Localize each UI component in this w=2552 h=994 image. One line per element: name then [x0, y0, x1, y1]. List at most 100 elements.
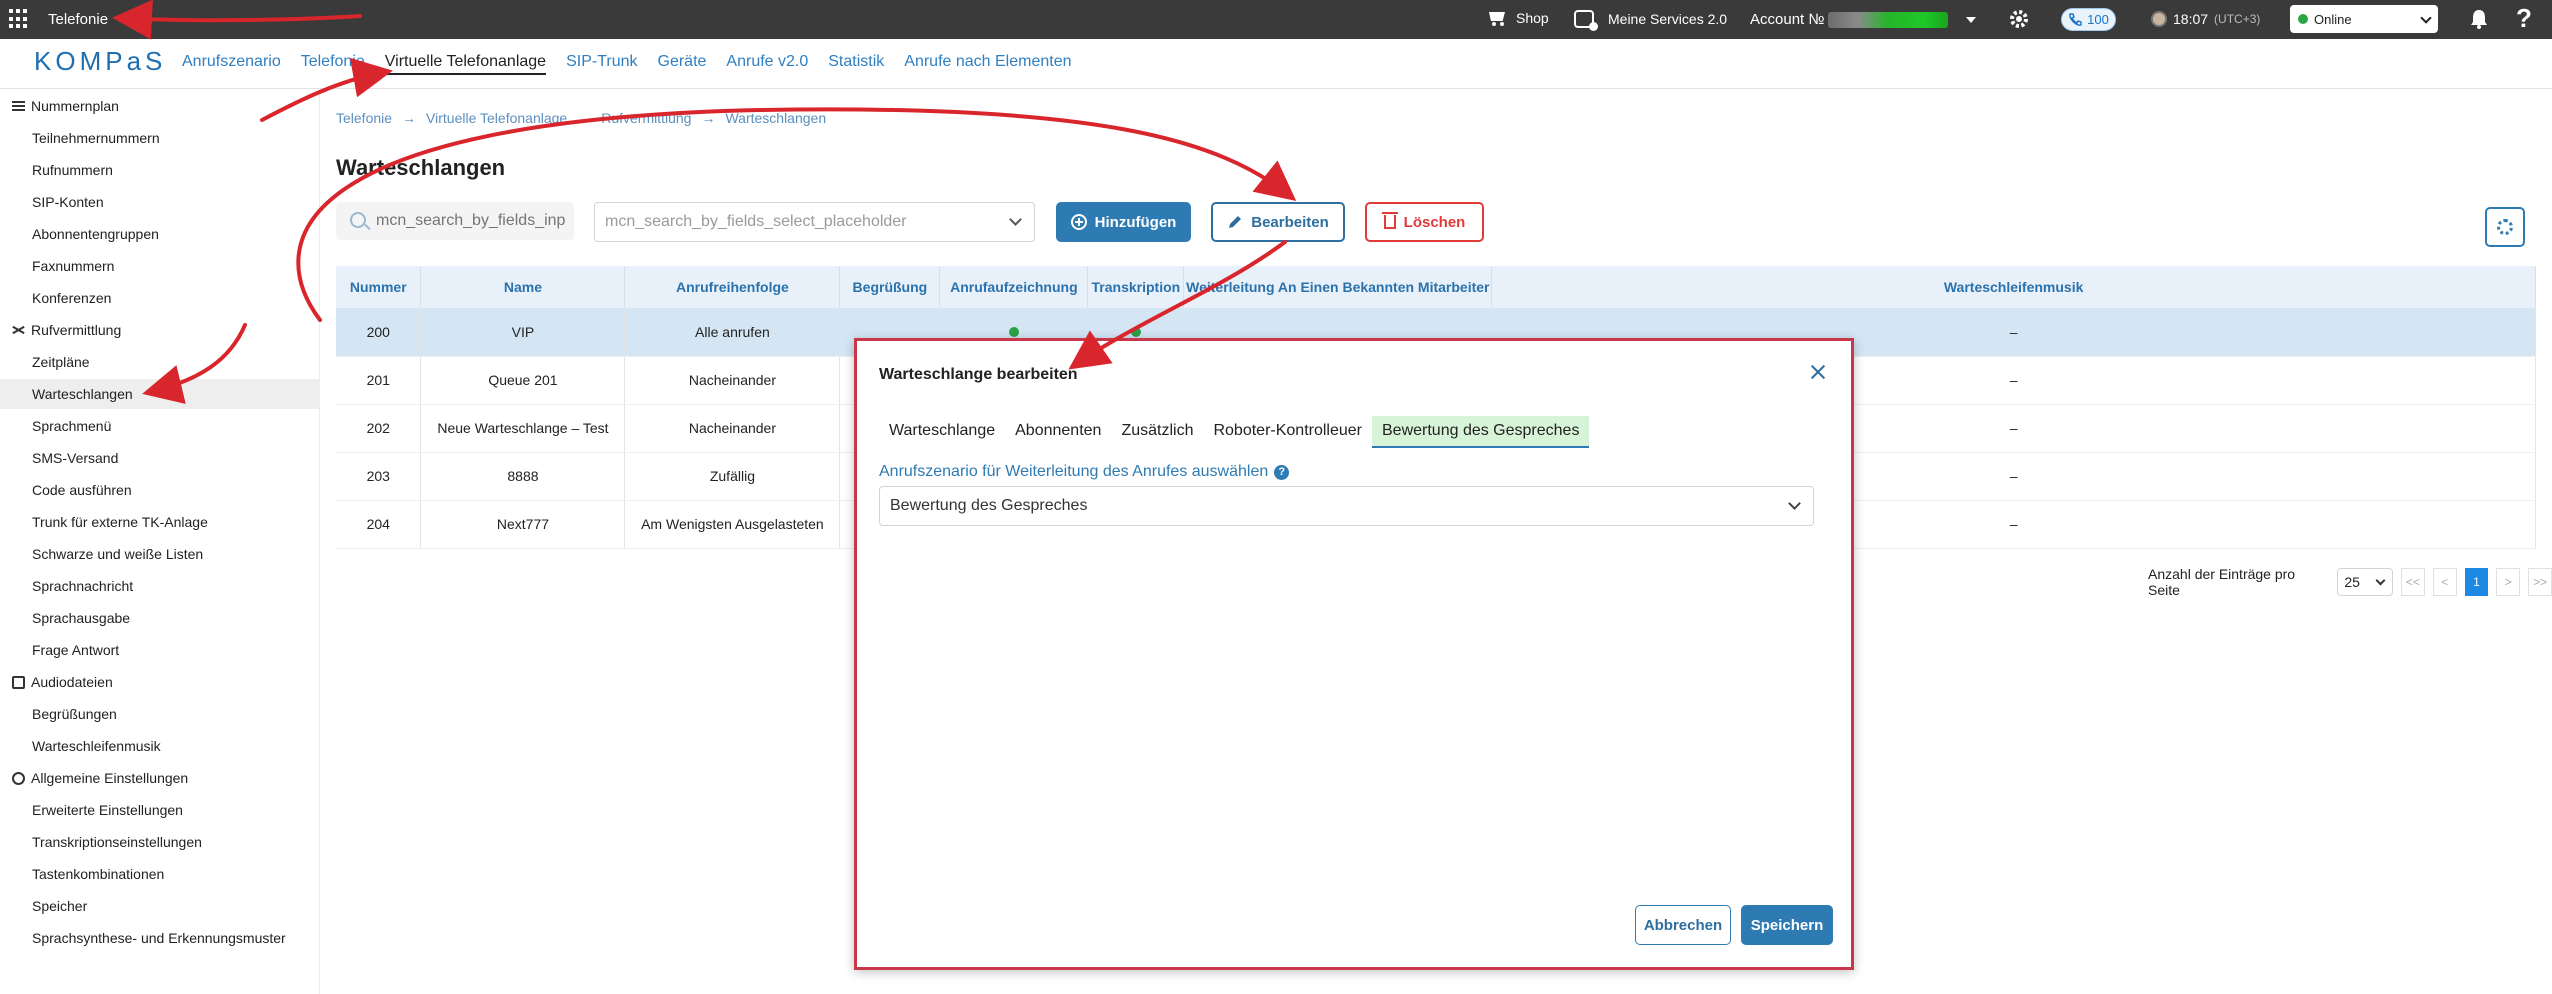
page-next-button[interactable]: >: [2496, 568, 2521, 596]
sidebar-item-sprachsynthese-und-erkennungsmuster[interactable]: Sprachsynthese- und Erkennungsmuster: [32, 930, 286, 946]
filter-select[interactable]: mcn_search_by_fields_select_placeholder: [594, 202, 1035, 242]
breadcrumb-item-virtuelle-telefonanlage[interactable]: Virtuelle Telefonanlage: [426, 110, 567, 126]
sidebar-item-sprachausgabe[interactable]: Sprachausgabe: [32, 610, 130, 626]
sidebar-item-abonnentengruppen[interactable]: Abonnentengruppen: [32, 226, 159, 242]
column-header-warteschleifenmusik[interactable]: Warteschleifenmusik: [1491, 266, 2536, 308]
nav-link-anrufszenario[interactable]: Anrufszenario: [182, 53, 281, 75]
sidebar-item-sip-konten[interactable]: SIP-Konten: [32, 194, 104, 210]
column-header-anrufaufzeichnung[interactable]: Anrufaufzeichnung: [939, 266, 1089, 308]
nav-link-statistik[interactable]: Statistik: [828, 53, 884, 75]
page-prev-button[interactable]: <: [2432, 568, 2457, 596]
table-cell: 204: [336, 500, 422, 549]
nav-link-telefonie[interactable]: Telefonie: [301, 53, 365, 75]
tab-warteschlange[interactable]: Warteschlange: [879, 416, 1005, 448]
sidebar-group-label: Rufvermittlung: [31, 322, 122, 338]
table-cell: Nacheinander: [624, 356, 841, 405]
sidebar-group-audiodateien[interactable]: Audiodateien: [12, 674, 113, 690]
pagination: Anzahl der Einträge pro Seite 25 << < 1 …: [2148, 566, 2552, 598]
sidebar-item-code-ausfuhren[interactable]: Code ausführen: [32, 482, 132, 498]
help-icon[interactable]: ?: [1274, 464, 1290, 480]
add-button[interactable]: Hinzufügen: [1056, 202, 1191, 242]
clock: 18:07 (UTC+3): [2151, 11, 2260, 27]
account-menu[interactable]: Account №: [1750, 11, 1977, 28]
sidebar-item-schwarze-und-weisse-listen[interactable]: Schwarze und weiße Listen: [32, 546, 203, 562]
edit-button[interactable]: Bearbeiten: [1211, 202, 1345, 242]
trash-icon: [1381, 212, 1398, 229]
sidebar-item-sprachnachricht[interactable]: Sprachnachricht: [32, 578, 133, 594]
table-cell: Queue 201: [420, 356, 626, 405]
settings-gear-icon[interactable]: [2007, 7, 2031, 31]
column-header-weiterleitung-an-einen-bekannten-mitarbeiter[interactable]: Weiterleitung An Einen Bekannten Mitarbe…: [1183, 266, 1493, 308]
nav-link-anrufe-v2-0[interactable]: Anrufe v2.0: [726, 53, 808, 75]
chevron-down-icon: [1009, 213, 1022, 226]
column-header-transkription[interactable]: Transkription: [1087, 266, 1185, 308]
page-first-button[interactable]: <<: [2400, 568, 2425, 596]
column-header-name[interactable]: Name: [420, 266, 626, 308]
scenario-select-value: Bewertung des Gespreches: [890, 497, 1088, 514]
table-settings-button[interactable]: [2485, 207, 2525, 247]
table-cell: Next777: [420, 500, 626, 549]
sidebar-item-konferenzen[interactable]: Konferenzen: [32, 290, 111, 306]
status-select[interactable]: Online: [2290, 5, 2438, 33]
sidebar-group-allgemeine-einstellungen[interactable]: Allgemeine Einstellungen: [12, 770, 188, 786]
nav-link-anrufe-nach-elementen[interactable]: Anrufe nach Elementen: [904, 53, 1071, 75]
sidebar-item-rufnummern[interactable]: Rufnummern: [32, 162, 113, 178]
breadcrumb-item-warteschlangen[interactable]: Warteschlangen: [725, 110, 826, 126]
nav-link-sip-trunk[interactable]: SIP-Trunk: [566, 53, 637, 75]
breadcrumb-item-rufvermittlung[interactable]: Rufvermittlung: [601, 110, 691, 126]
column-header-anrufreihenfolge[interactable]: Anrufreihenfolge: [624, 266, 841, 308]
sidebar-item-sprachmenu[interactable]: Sprachmenü: [32, 418, 111, 434]
sidebar-item-transkriptionseinstellungen[interactable]: Transkriptionseinstellungen: [32, 834, 202, 850]
nav-link-gerate[interactable]: Geräte: [658, 53, 707, 75]
page-current-button[interactable]: 1: [2464, 568, 2489, 596]
sidebar-item-frage-antwort[interactable]: Frage Antwort: [32, 642, 119, 658]
save-button[interactable]: Speichern: [1741, 905, 1833, 945]
bell-icon[interactable]: [2468, 8, 2490, 30]
nav-link-virtuelle-telefonanlage[interactable]: Virtuelle Telefonanlage: [384, 53, 547, 75]
sidebar-item-tastenkombinationen[interactable]: Tastenkombinationen: [32, 866, 164, 882]
search-input[interactable]: [336, 202, 574, 240]
sidebar-item-warteschleifenmusik[interactable]: Warteschleifenmusik: [32, 738, 161, 754]
sidebar-item-warteschlangen[interactable]: Warteschlangen: [0, 379, 320, 409]
chevron-down-icon: [2420, 12, 2432, 24]
services-link[interactable]: Meine Services 2.0: [1574, 10, 1727, 31]
settings-icon: [12, 771, 25, 785]
table-cell: Nacheinander: [624, 404, 841, 453]
shop-link[interactable]: Shop: [1486, 10, 1549, 26]
sidebar-item-begrussungen[interactable]: Begrüßungen: [32, 706, 117, 722]
page-size-select[interactable]: 25: [2337, 568, 2393, 596]
tab-zusatzlich[interactable]: Zusätzlich: [1111, 416, 1203, 448]
cancel-button[interactable]: Abbrechen: [1635, 905, 1731, 945]
page-size-value: 25: [2344, 574, 2360, 590]
sidebar-group-rufvermittlung[interactable]: Rufvermittlung: [12, 322, 121, 338]
tab-abonnenten[interactable]: Abonnenten: [1005, 416, 1111, 448]
sidebar-item-zeitplane[interactable]: Zeitpläne: [32, 354, 90, 370]
sidebar-item-faxnummern[interactable]: Faxnummern: [32, 258, 114, 274]
help-icon[interactable]: ?: [2516, 3, 2532, 34]
sidebar-item-erweiterte-einstellungen[interactable]: Erweiterte Einstellungen: [32, 802, 183, 818]
tab-bewertung-des-gespreches[interactable]: Bewertung des Gespreches: [1372, 416, 1590, 448]
close-icon[interactable]: [1807, 361, 1829, 383]
tab-roboter-kontrolleuer[interactable]: Roboter-Kontrolleuer: [1203, 416, 1372, 448]
list-icon: [12, 100, 25, 113]
delete-button[interactable]: Löschen: [1365, 202, 1484, 242]
modal-title: Warteschlange bearbeiten: [879, 366, 1078, 383]
apps-grid-icon[interactable]: [9, 9, 29, 29]
sidebar-item-sms-versand[interactable]: SMS-Versand: [32, 450, 118, 466]
page-last-button[interactable]: >>: [2528, 568, 2552, 596]
account-number-redacted: [1828, 11, 1949, 28]
breadcrumb-item-telefonie[interactable]: Telefonie: [336, 110, 392, 126]
calls-counter[interactable]: 100: [2061, 8, 2116, 31]
kompas-logo[interactable]: KOMPaS: [34, 46, 166, 77]
sidebar-group-nummernplan[interactable]: Nummernplan: [12, 98, 119, 114]
sidebar-item-speicher[interactable]: Speicher: [32, 898, 87, 914]
audio-file-icon: [12, 675, 25, 689]
sidebar-item-teilnehmernummern[interactable]: Teilnehmernummern: [32, 130, 160, 146]
column-header-nummer[interactable]: Nummer: [336, 266, 422, 308]
enabled-status-dot: [1130, 326, 1141, 337]
user-avatar[interactable]: [2151, 11, 2167, 27]
sidebar-item-trunk-fur-externe-tk-anlage[interactable]: Trunk für externe TK-Anlage: [32, 514, 208, 530]
scenario-select[interactable]: Bewertung des Gespreches: [879, 486, 1814, 526]
column-header-begrussung[interactable]: Begrüßung: [839, 266, 941, 308]
time-value: 18:07: [2173, 11, 2209, 27]
